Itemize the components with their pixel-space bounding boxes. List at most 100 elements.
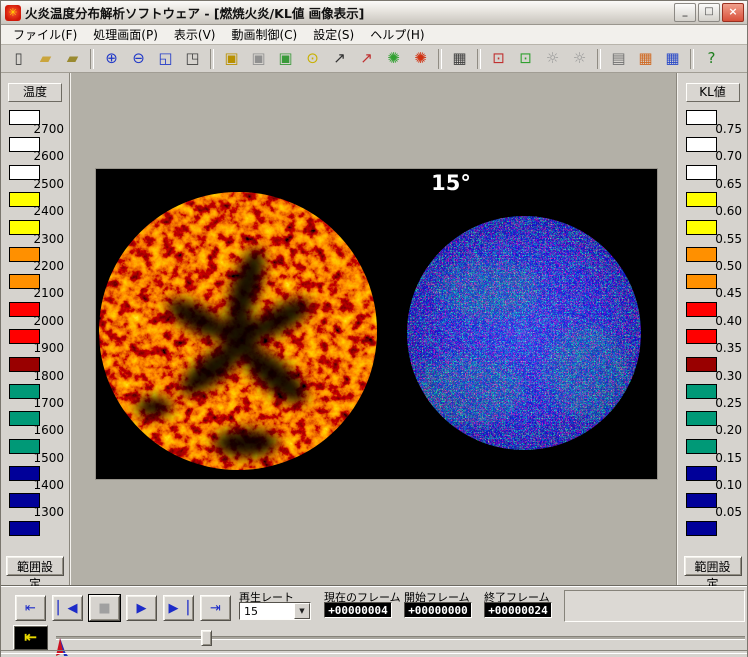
bottom-divider <box>1 650 747 654</box>
temperature-scale: 温度 2700260025002400230022002100200019001… <box>1 73 70 585</box>
probe-point-icon: ⊙ <box>306 51 319 66</box>
roi-red-button[interactable]: ⊡ <box>486 47 511 71</box>
menu-file[interactable]: ファイル(F) <box>5 25 85 44</box>
playback-control-panel: ⇤▏◀■▶▶▕⇥ 再生レート 15 ▼ 現在のフレーム+00000004開始フレ… <box>1 586 747 657</box>
film-viewer-button[interactable]: ▤ <box>606 47 631 71</box>
chevron-down-icon[interactable]: ▼ <box>294 603 310 619</box>
scale-tick-label: 0.15 <box>715 451 742 465</box>
minimize-button[interactable]: _ <box>674 3 696 22</box>
color-swatch <box>686 192 717 207</box>
scale-row: 1900 <box>9 329 69 356</box>
scale-row: 0.15 <box>686 439 747 466</box>
kl-value-image <box>407 216 641 450</box>
menu-help[interactable]: ヘルプ(H) <box>362 25 432 44</box>
scale-row: 2000 <box>9 302 69 329</box>
save-folder-button[interactable]: ▰ <box>60 47 85 71</box>
graph-line-button[interactable]: ↗ <box>327 47 352 71</box>
scale-tick-label: 1300 <box>33 505 64 519</box>
go-first-button[interactable]: ⇤ <box>15 595 46 621</box>
frame-slider-thumb[interactable] <box>201 630 212 646</box>
graph-redblue-button[interactable]: ↗ <box>354 47 379 71</box>
temperature-scale-rows: 2700260025002400230022002100200019001800… <box>9 110 69 548</box>
probe-point-button[interactable]: ⊙ <box>300 47 325 71</box>
frame-slider-track[interactable] <box>56 636 745 640</box>
menu-bar: ファイル(F)処理画面(P)表示(V)動画制御(C)設定(S)ヘルプ(H) <box>1 25 747 45</box>
scale-row: 1500 <box>9 439 69 466</box>
new-file-button[interactable]: ▯ <box>6 47 31 71</box>
scale-tick-label: 0.35 <box>715 341 742 355</box>
mouse-cursor <box>54 638 69 657</box>
scale-tick-label: 1800 <box>33 369 64 383</box>
end-frame-display: +00000024 <box>484 602 552 618</box>
kl-range-settings-button[interactable]: 範囲設定 <box>684 556 742 576</box>
zoom-in-button[interactable]: ⊕ <box>99 47 124 71</box>
playback-rate-select[interactable]: 15 ▼ <box>239 602 311 620</box>
maximize-button[interactable]: □ <box>698 3 720 22</box>
play-button[interactable]: ▶ <box>126 595 157 621</box>
fan-next-button[interactable]: ☼ <box>567 47 592 71</box>
scale-row: 2700 <box>9 110 69 137</box>
kl-scale-rows: 0.750.700.650.600.550.500.450.400.350.30… <box>686 110 747 548</box>
scale-row: 2100 <box>9 274 69 301</box>
menu-process-screen[interactable]: 処理画面(P) <box>85 25 166 44</box>
scale-tick-label: 2600 <box>33 149 64 163</box>
graph-redblue-icon: ↗ <box>360 51 373 66</box>
scale-tick-label: 2700 <box>33 122 64 136</box>
capture-auto-button[interactable]: ▣ <box>219 47 244 71</box>
scale-tick-label: 0.10 <box>715 478 742 492</box>
scale-tick-label: 0.25 <box>715 396 742 410</box>
color-swatch <box>686 493 717 508</box>
open-folder-icon: ▰ <box>40 51 52 66</box>
close-button[interactable]: × <box>722 3 744 22</box>
scale-tick-label: 2400 <box>33 204 64 218</box>
table-orange-button[interactable]: ▦ <box>633 47 658 71</box>
edit-size-button[interactable]: ◳ <box>180 47 205 71</box>
fit-window-icon: ◱ <box>158 51 172 66</box>
toolbar: ▯▰▰⊕⊖◱◳▣▣▣⊙↗↗✺✺▦⊡⊡☼☼▤▦▦? <box>1 45 747 73</box>
prev-frame-button[interactable]: ▏◀ <box>52 595 83 621</box>
fit-window-button[interactable]: ◱ <box>153 47 178 71</box>
main-area: 温度 2700260025002400230022002100200019001… <box>1 73 747 586</box>
stop-button[interactable]: ■ <box>89 595 120 621</box>
color-swatch <box>686 302 717 317</box>
scale-row: 1300 <box>9 493 69 520</box>
table-blue-button[interactable]: ▦ <box>660 47 685 71</box>
fan-prev-button[interactable]: ☼ <box>540 47 565 71</box>
color-swatch <box>686 384 717 399</box>
scale-tick-label: 2300 <box>33 232 64 246</box>
menu-movie-control[interactable]: 動画制御(C) <box>223 25 305 44</box>
temperature-range-settings-button[interactable]: 範囲設定 <box>6 556 64 576</box>
kl-scale-header: KL値 <box>686 83 740 102</box>
flame-red-button[interactable]: ✺ <box>408 47 433 71</box>
zoom-out-button[interactable]: ⊖ <box>126 47 151 71</box>
save-folder-icon: ▰ <box>67 51 79 66</box>
scale-tick-label: 0.60 <box>715 204 742 218</box>
capture-color-button[interactable]: ▣ <box>273 47 298 71</box>
start-frame-display: +00000000 <box>404 602 472 618</box>
scale-row: 2400 <box>9 192 69 219</box>
menu-view[interactable]: 表示(V) <box>166 25 224 44</box>
scale-tick-label: 2000 <box>33 314 64 328</box>
scale-tick-label: 2500 <box>33 177 64 191</box>
playback-rate-group: 再生レート 15 ▼ <box>239 589 294 605</box>
scale-row: 0.60 <box>686 192 747 219</box>
next-frame-button[interactable]: ▶▕ <box>163 595 194 621</box>
roi-green-button[interactable]: ⊡ <box>513 47 538 71</box>
jump-to-start-button[interactable]: ⇤ <box>13 625 48 650</box>
color-swatch <box>686 247 717 262</box>
scale-row: 1800 <box>9 357 69 384</box>
grid-button[interactable]: ▦ <box>447 47 472 71</box>
go-last-button[interactable]: ⇥ <box>200 595 231 621</box>
color-swatch <box>686 411 717 426</box>
color-swatch <box>686 274 717 289</box>
scale-row: 1700 <box>9 384 69 411</box>
menu-settings[interactable]: 設定(S) <box>305 25 362 44</box>
flame-green-button[interactable]: ✺ <box>381 47 406 71</box>
open-folder-button[interactable]: ▰ <box>33 47 58 71</box>
color-swatch <box>9 521 40 536</box>
scale-row: 0.30 <box>686 357 747 384</box>
scale-row: 1400 <box>9 466 69 493</box>
window-title: 火炎温度分布解析ソフトウェア - [燃焼火炎/KL値 画像表示] <box>25 3 672 22</box>
help-button[interactable]: ? <box>699 47 724 71</box>
capture-gray-button[interactable]: ▣ <box>246 47 271 71</box>
